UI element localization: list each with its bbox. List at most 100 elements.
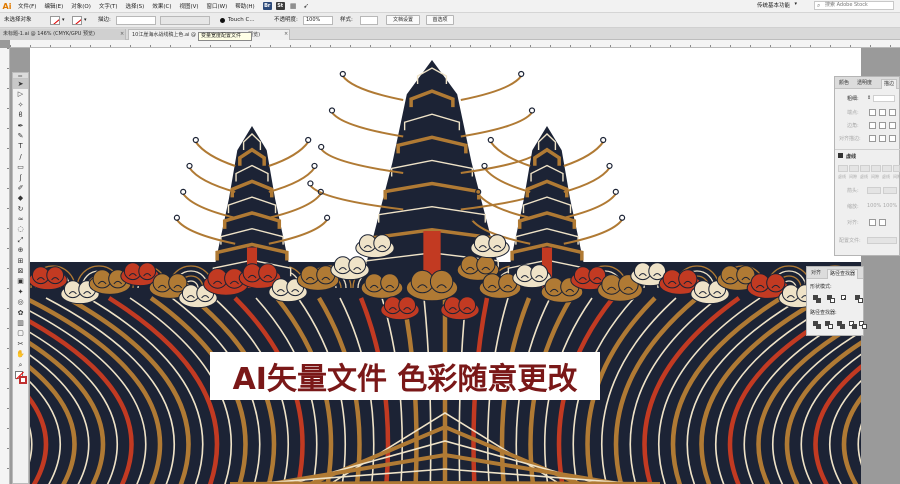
arrange-documents-icon[interactable]: ▦ [289, 2, 298, 10]
horizontal-ruler[interactable] [10, 40, 900, 48]
dashed-checkbox[interactable] [838, 153, 843, 158]
round-cap-icon[interactable] [879, 109, 886, 116]
align-center-icon[interactable] [869, 135, 876, 142]
hand-tool[interactable]: ✋ [13, 349, 28, 359]
menu-select[interactable]: 选择(S) [122, 2, 149, 10]
crop-icon[interactable] [849, 321, 857, 329]
chevron-down-icon[interactable]: ▾ [84, 16, 87, 25]
gap-field-2[interactable] [871, 165, 881, 172]
vertical-ruler[interactable] [0, 48, 10, 484]
menu-edit[interactable]: 编辑(E) [40, 2, 67, 10]
divide-icon[interactable] [813, 321, 821, 329]
menu-type[interactable]: 文字(T) [95, 2, 122, 10]
menu-help[interactable]: 帮助(H) [231, 2, 258, 10]
column-graph-tool[interactable]: ▥ [13, 318, 28, 328]
rotate-tool[interactable]: ↻ [13, 204, 28, 214]
lasso-tool[interactable]: ϐ [13, 110, 28, 120]
magic-wand-tool[interactable]: ✧ [13, 100, 28, 110]
artwork-illustration[interactable] [30, 48, 861, 484]
shaper-tool[interactable]: ✐ [13, 183, 28, 193]
eraser-tool[interactable]: ◆ [13, 193, 28, 203]
end-scale[interactable]: 100% [883, 203, 897, 209]
tab-pathfinder[interactable]: 路径查找器 [827, 269, 859, 279]
opacity-field[interactable]: 100% [303, 16, 333, 25]
stroke-weight-field[interactable] [116, 16, 156, 25]
menu-file[interactable]: 文件(F) [14, 2, 40, 10]
weight-stepper[interactable]: ⇕ [867, 95, 871, 101]
intersect-icon[interactable] [841, 295, 849, 303]
menu-object[interactable]: 对象(O) [67, 2, 95, 10]
perspective-grid-tool[interactable]: ⊞ [13, 256, 28, 266]
trim-icon[interactable] [825, 321, 833, 329]
dash-field-3[interactable] [882, 165, 892, 172]
stroke-color-box[interactable] [19, 375, 27, 384]
pen-tool[interactable]: ✒ [13, 121, 28, 131]
stock-button[interactable]: St [275, 2, 285, 10]
fill-stroke-widget[interactable] [13, 370, 28, 388]
width-tool[interactable]: ≈ [13, 214, 28, 224]
tab-untitled[interactable]: 未标题-1.ai @ 146% (CMYK/GPU 预览) [0, 29, 126, 40]
menu-view[interactable]: 视图(V) [175, 2, 202, 10]
curvature-tool[interactable]: ✎ [13, 131, 28, 141]
tab-color[interactable]: 颜色 [837, 79, 851, 89]
zoom-tool[interactable]: ⌕ [13, 360, 28, 370]
symbol-sprayer-tool[interactable]: ✿ [13, 308, 28, 318]
end-arrowhead[interactable] [883, 187, 897, 194]
line-tool[interactable]: / [13, 152, 28, 162]
slice-tool[interactable]: ✂ [13, 339, 28, 349]
align-inside-icon[interactable] [879, 135, 886, 142]
outline-icon[interactable] [859, 321, 867, 329]
direct-selection-tool[interactable]: ▷ [13, 89, 28, 99]
exclude-icon[interactable] [855, 295, 863, 303]
gap-field-1[interactable] [849, 165, 859, 172]
tab-stroke[interactable]: 描边 [881, 79, 898, 89]
profile-dropdown[interactable] [867, 237, 897, 244]
graphic-style-picker[interactable] [360, 16, 378, 25]
preferences-button[interactable]: 首选项 [426, 15, 454, 25]
chevron-down-icon[interactable]: ▾ [794, 1, 797, 7]
dash-field-1[interactable] [838, 165, 848, 172]
round-join-icon[interactable] [879, 122, 886, 129]
selection-tool[interactable]: ➤ [13, 79, 28, 90]
mesh-tool[interactable]: ⊠ [13, 266, 28, 276]
chevron-down-icon[interactable]: ▾ [62, 16, 65, 25]
workspace-switcher[interactable]: 传统基本功能 [757, 1, 790, 9]
stroke-swatch[interactable] [72, 16, 82, 25]
fill-swatch[interactable] [50, 16, 60, 25]
bridge-button[interactable]: Br [262, 2, 272, 10]
arrow-tip-extend-icon[interactable] [869, 219, 876, 226]
gradient-tool[interactable]: ▣ [13, 276, 28, 286]
gpu-performance-icon[interactable]: ➹ [302, 2, 311, 10]
arrow-tip-place-icon[interactable] [879, 219, 886, 226]
butt-cap-icon[interactable] [869, 109, 876, 116]
eyedropper-tool[interactable]: ✦ [13, 287, 28, 297]
document-setup-button[interactable]: 文档设置 [386, 15, 420, 25]
tab-transparency[interactable]: 透明度 [855, 79, 874, 89]
weight-field[interactable] [873, 95, 895, 102]
minus-front-icon[interactable] [827, 295, 835, 303]
blend-tool[interactable]: ◎ [13, 297, 28, 307]
warp-tool[interactable]: ◌ [13, 224, 28, 234]
dash-field-2[interactable] [860, 165, 870, 172]
rectangle-tool[interactable]: ▭ [13, 162, 28, 172]
miter-join-icon[interactable] [869, 122, 876, 129]
paintbrush-tool[interactable]: ʃ [13, 173, 28, 183]
menu-effect[interactable]: 效果(C) [148, 2, 175, 10]
artboard-tool[interactable]: ▢ [13, 328, 28, 338]
stock-search-input[interactable]: ⌕ 搜索 Adobe Stock [814, 1, 894, 10]
merge-icon[interactable] [837, 321, 845, 329]
gap-field-3[interactable] [893, 165, 900, 172]
close-icon[interactable]: × [284, 29, 288, 39]
free-transform-tool[interactable]: ⤢ [13, 235, 28, 245]
shape-builder-tool[interactable]: ⊕ [13, 245, 28, 255]
projecting-cap-icon[interactable] [889, 109, 896, 116]
start-scale[interactable]: 100% [867, 203, 881, 209]
menu-window[interactable]: 窗口(W) [203, 2, 232, 10]
close-icon[interactable]: × [120, 29, 124, 39]
tab-align[interactable]: 对齐 [809, 269, 823, 279]
brush-definition[interactable]: Touch C... [228, 16, 255, 25]
align-outside-icon[interactable] [889, 135, 896, 142]
start-arrowhead[interactable] [867, 187, 881, 194]
type-tool[interactable]: T [13, 141, 28, 151]
variable-width-profile[interactable] [160, 16, 210, 25]
